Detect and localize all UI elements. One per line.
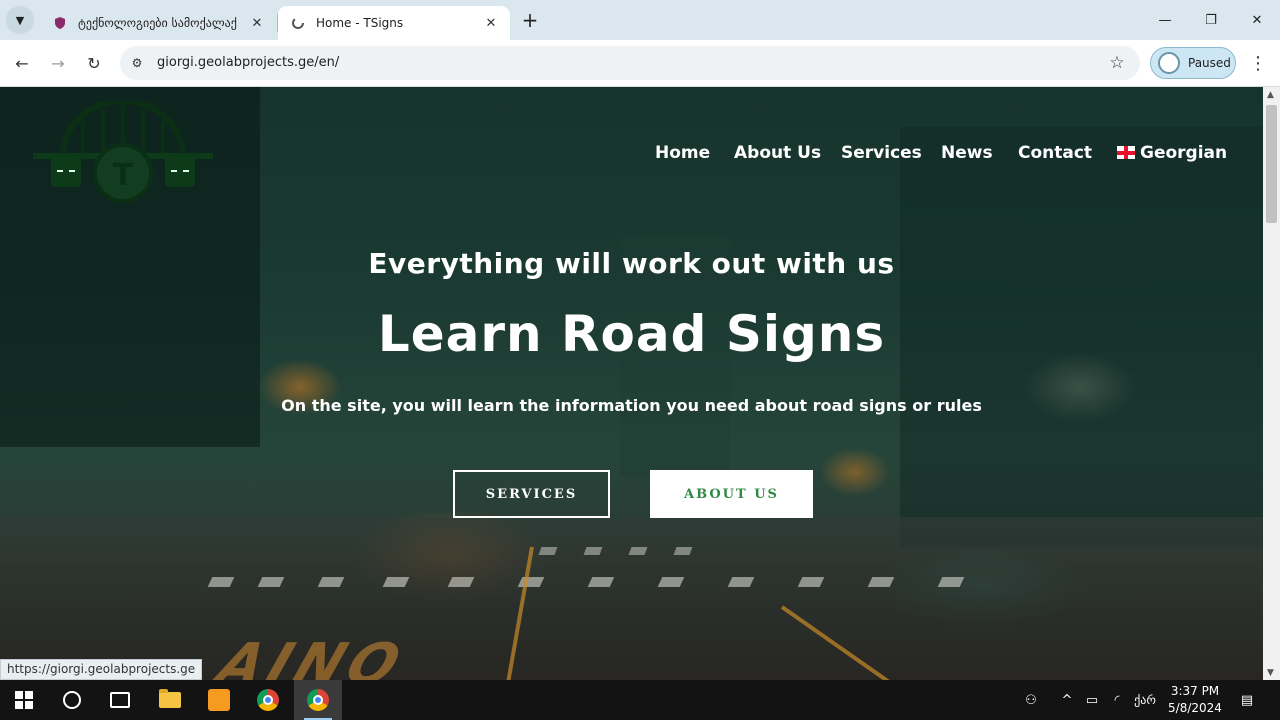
about-us-button[interactable]: ABOUT US <box>650 470 813 518</box>
taskbar-clock[interactable]: 3:37 PM 5/8/2024 <box>1166 683 1224 717</box>
crosswalk-stripe <box>538 547 558 555</box>
nav-services[interactable]: Services <box>841 143 922 163</box>
chrome-icon <box>257 689 279 711</box>
nav-home[interactable]: Home <box>655 143 710 163</box>
loading-favicon-icon <box>290 15 306 31</box>
crosswalk-stripe <box>517 577 545 587</box>
nav-news[interactable]: News <box>941 143 993 163</box>
crosswalk-stripe <box>382 577 410 587</box>
kebab-menu-icon[interactable]: ⋮ <box>1246 49 1270 77</box>
scroll-down-icon[interactable]: ▼ <box>1267 668 1274 678</box>
scrollbar-thumb[interactable] <box>1266 105 1277 223</box>
wifi-icon[interactable]: ◜ <box>1106 680 1128 720</box>
chrome-button[interactable] <box>244 680 292 720</box>
nav-language-georgian[interactable]: Georgian <box>1117 143 1227 163</box>
page-hero: AJNO T Home About Us Services News Conta… <box>0 87 1263 680</box>
clock-time: 3:37 PM <box>1170 684 1220 698</box>
forward-icon[interactable]: → <box>44 49 72 77</box>
clock-date: 5/8/2024 <box>1168 701 1222 715</box>
file-explorer-button[interactable] <box>146 680 194 720</box>
chevron-down-icon: ▼ <box>15 13 25 27</box>
crosswalk-stripe <box>657 577 685 587</box>
page-scrollbar[interactable]: ▲ ▼ <box>1263 87 1280 680</box>
search-cortana-button[interactable] <box>48 680 96 720</box>
tab-title: Home - TSigns <box>316 16 404 30</box>
tab-title: ტექნოლოგიები სამოქალაქ <box>78 16 237 30</box>
crosswalk-stripe <box>317 577 345 587</box>
tab-search-button[interactable]: ▼ <box>6 6 34 34</box>
street-bg <box>0 517 1263 680</box>
crosswalk-stripe <box>257 577 285 587</box>
notifications-icon[interactable]: ▤ <box>1236 680 1258 720</box>
hero-description: On the site, you will learn the informat… <box>281 396 982 415</box>
sublime-text-button[interactable] <box>195 680 243 720</box>
tab-georgian-page[interactable]: ტექნოლოგიები სამოქალაქ ✕ <box>40 6 276 40</box>
battery-icon[interactable]: ▭ <box>1081 680 1103 720</box>
avatar <box>1158 52 1180 74</box>
hero-subtitle: Everything will work out with us <box>368 247 895 280</box>
scroll-up-icon[interactable]: ▲ <box>1267 90 1274 100</box>
bookmark-star-icon[interactable]: ☆ <box>1106 52 1128 74</box>
people-icon[interactable]: ⚇ <box>1020 680 1042 720</box>
crosswalk-stripe <box>727 577 755 587</box>
input-language[interactable]: ქარ <box>1131 680 1159 720</box>
minimize-icon[interactable]: — <box>1142 0 1188 40</box>
services-button[interactable]: SERVICES <box>453 470 610 518</box>
cortana-icon <box>63 691 81 709</box>
crosswalk-stripe <box>867 577 895 587</box>
back-icon[interactable]: ← <box>8 49 36 77</box>
tab-home-tsigns[interactable]: Home - TSigns ✕ <box>278 6 510 40</box>
url-text[interactable]: giorgi.geolabprojects.ge/en/ <box>157 55 339 70</box>
tab-strip: ▼ ტექნოლოგიები სამოქალაქ ✕ Home - TSigns… <box>0 0 1280 40</box>
site-logo[interactable]: T <box>33 101 213 211</box>
nav-contact[interactable]: Contact <box>1018 143 1092 163</box>
crosswalk-stripe <box>587 577 615 587</box>
shield-favicon-icon <box>52 15 68 31</box>
georgia-flag-icon <box>1117 146 1135 159</box>
close-tab-icon[interactable]: ✕ <box>248 14 266 32</box>
crosswalk-stripe <box>207 577 235 587</box>
start-button[interactable] <box>0 680 48 720</box>
crosswalk-stripe <box>797 577 825 587</box>
close-window-icon[interactable]: ✕ <box>1234 0 1280 40</box>
task-view-icon <box>110 692 130 708</box>
profile-button[interactable]: Paused <box>1150 47 1236 79</box>
browser-toolbar: ← → ↻ ⚙ giorgi.geolabprojects.ge/en/ ☆ P… <box>0 40 1280 87</box>
crosswalk-stripe <box>583 547 603 555</box>
address-bar[interactable]: ⚙ giorgi.geolabprojects.ge/en/ ☆ <box>120 46 1140 80</box>
logo-letter: T <box>113 158 134 193</box>
chrome-icon <box>307 689 329 711</box>
chrome-profile-button[interactable] <box>294 680 342 720</box>
crosswalk-stripe <box>673 547 693 555</box>
close-tab-icon[interactable]: ✕ <box>482 14 500 32</box>
status-bar-url: https://giorgi.geolabprojects.ge <box>0 659 203 680</box>
windows-logo-icon <box>15 691 33 709</box>
profile-status: Paused <box>1188 56 1231 70</box>
site-info-icon[interactable]: ⚙ <box>128 54 146 72</box>
crosswalk-stripe <box>937 577 965 587</box>
task-view-button[interactable] <box>96 680 144 720</box>
windows-taskbar: ⚇ ^ ▭ ◜ ქარ 3:37 PM 5/8/2024 ▤ <box>0 680 1280 720</box>
reload-icon[interactable]: ↻ <box>80 49 108 77</box>
folder-icon <box>159 689 181 708</box>
crosswalk-stripe <box>628 547 648 555</box>
hero-title: Learn Road Signs <box>377 305 886 363</box>
language-label: Georgian <box>1140 143 1228 163</box>
sublime-icon <box>208 689 230 711</box>
new-tab-button[interactable]: + <box>518 8 542 32</box>
crosswalk-stripe <box>447 577 475 587</box>
road-marking-text: AJNO <box>208 632 415 680</box>
chevron-up-icon[interactable]: ^ <box>1056 680 1078 720</box>
restore-icon[interactable]: ❐ <box>1188 0 1234 40</box>
nav-about-us[interactable]: About Us <box>734 143 821 163</box>
